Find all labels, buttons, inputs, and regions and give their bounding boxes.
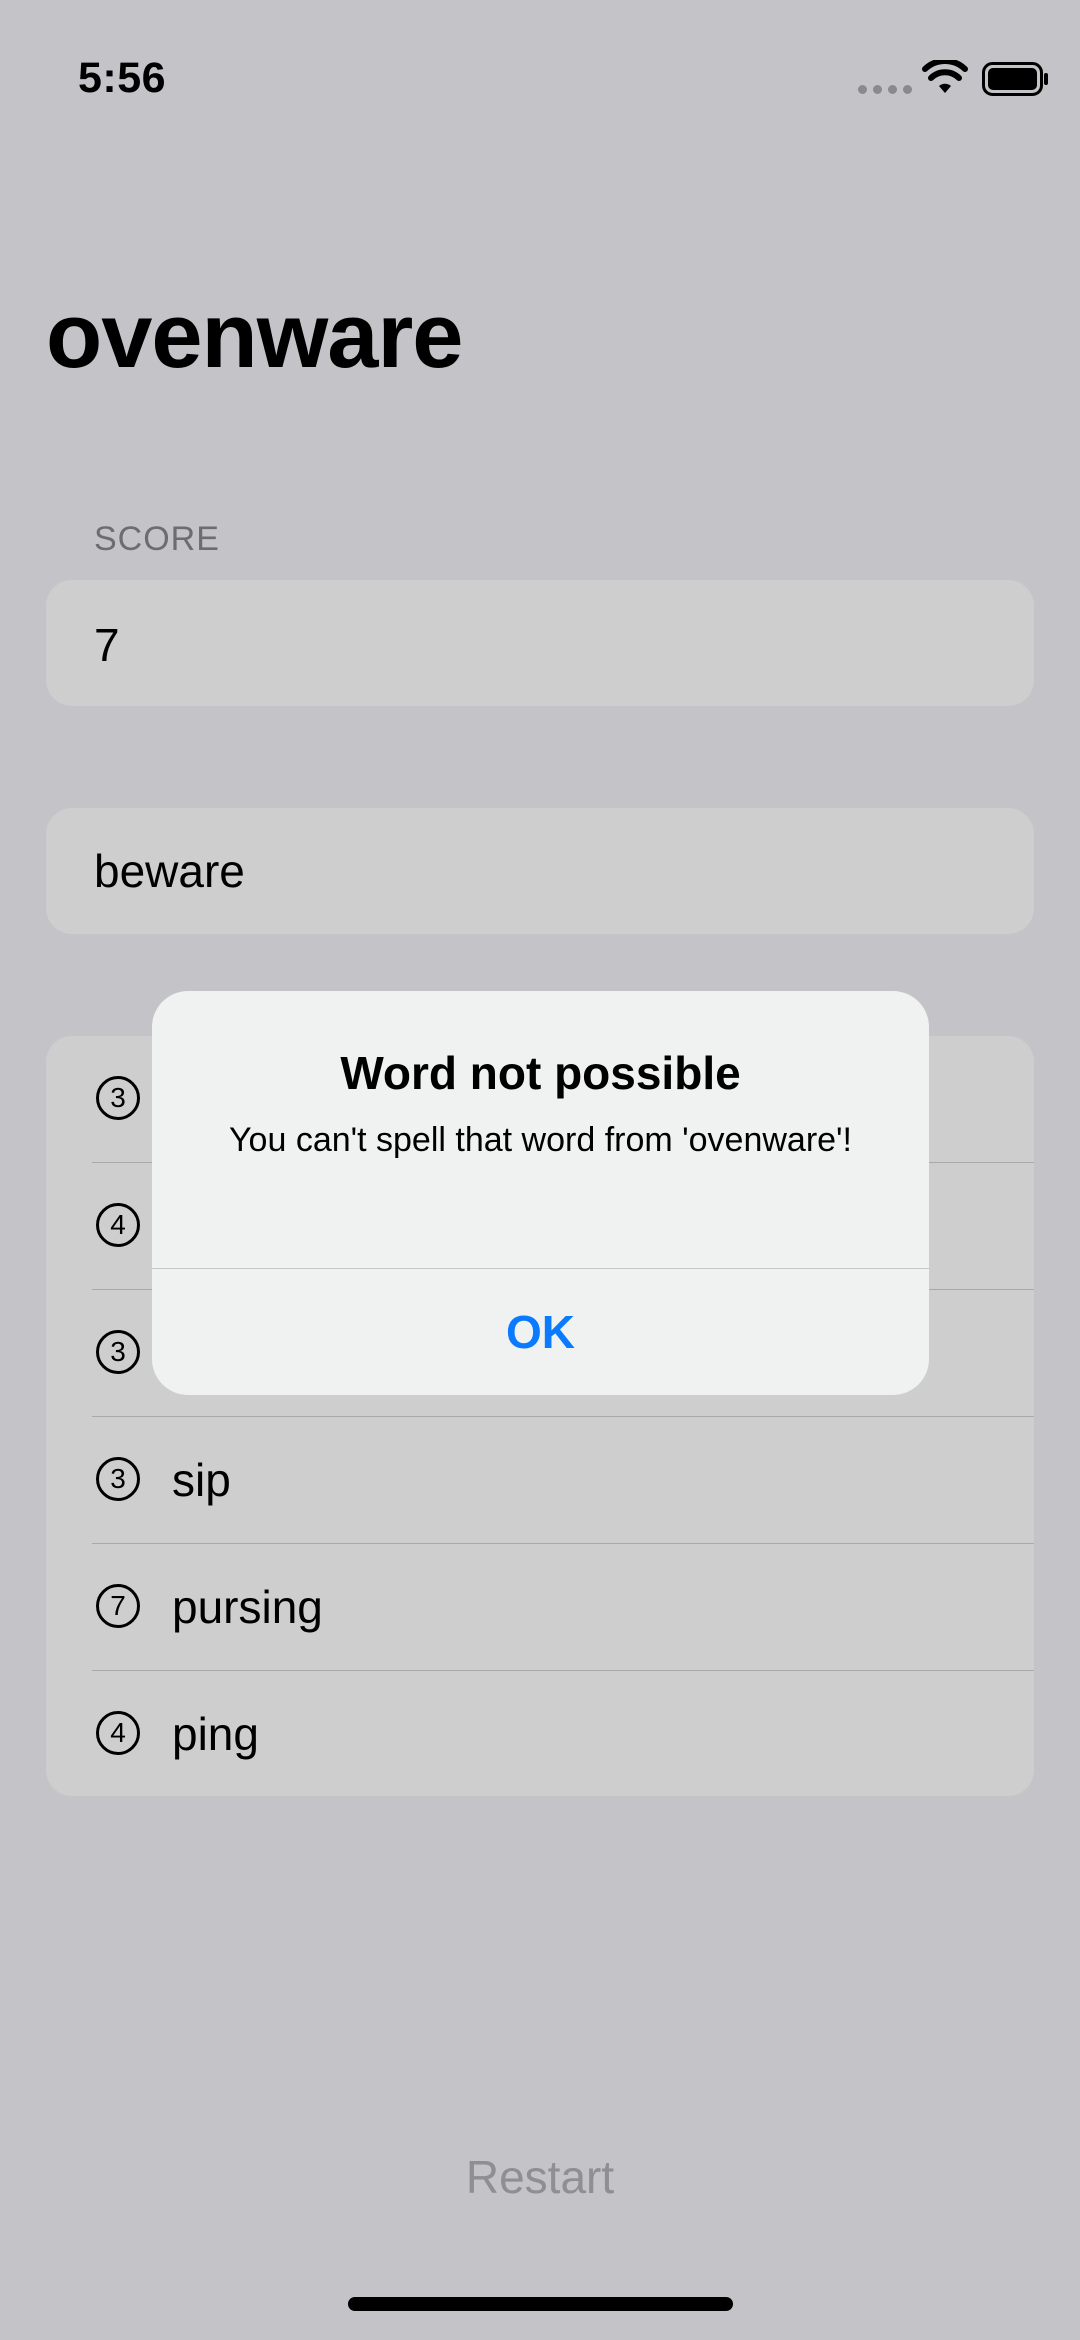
status-time: 5:56 <box>78 54 167 102</box>
list-item: 3 sip <box>46 1417 1034 1544</box>
count-circle-icon: 3 <box>96 1076 140 1120</box>
wifi-icon <box>922 60 968 93</box>
alert-dialog: Word not possible You can't spell that w… <box>152 991 929 1395</box>
word-input[interactable] <box>94 838 994 904</box>
count-circle-icon: 4 <box>96 1203 140 1247</box>
status-bar: 5:56 <box>0 0 1080 150</box>
alert-title: Word not possible <box>340 1047 741 1099</box>
count-circle-icon: 3 <box>96 1330 140 1374</box>
count-circle-icon: 7 <box>96 1584 140 1628</box>
list-item: 4 ping <box>46 1671 1034 1796</box>
score-value: 7 <box>94 619 120 671</box>
list-item-word: sip <box>172 1454 231 1506</box>
list-item-word: ping <box>172 1708 259 1760</box>
score-section-header: SCORE <box>94 520 220 558</box>
count-circle-icon: 3 <box>96 1457 140 1501</box>
cellular-signal-icon <box>858 85 912 94</box>
ok-button[interactable]: OK <box>152 1269 929 1395</box>
count-circle-icon: 4 <box>96 1711 140 1755</box>
battery-icon <box>982 62 1048 96</box>
page-title: ovenware <box>46 285 463 387</box>
home-indicator[interactable] <box>348 2297 733 2311</box>
restart-button[interactable]: Restart <box>0 2150 1080 2204</box>
alert-message: You can't spell that word from 'ovenware… <box>229 1121 852 1159</box>
word-input-card[interactable] <box>46 808 1034 934</box>
list-item: 7 pursing <box>46 1544 1034 1671</box>
list-item-word: pursing <box>172 1581 323 1633</box>
score-card: 7 <box>46 580 1034 706</box>
